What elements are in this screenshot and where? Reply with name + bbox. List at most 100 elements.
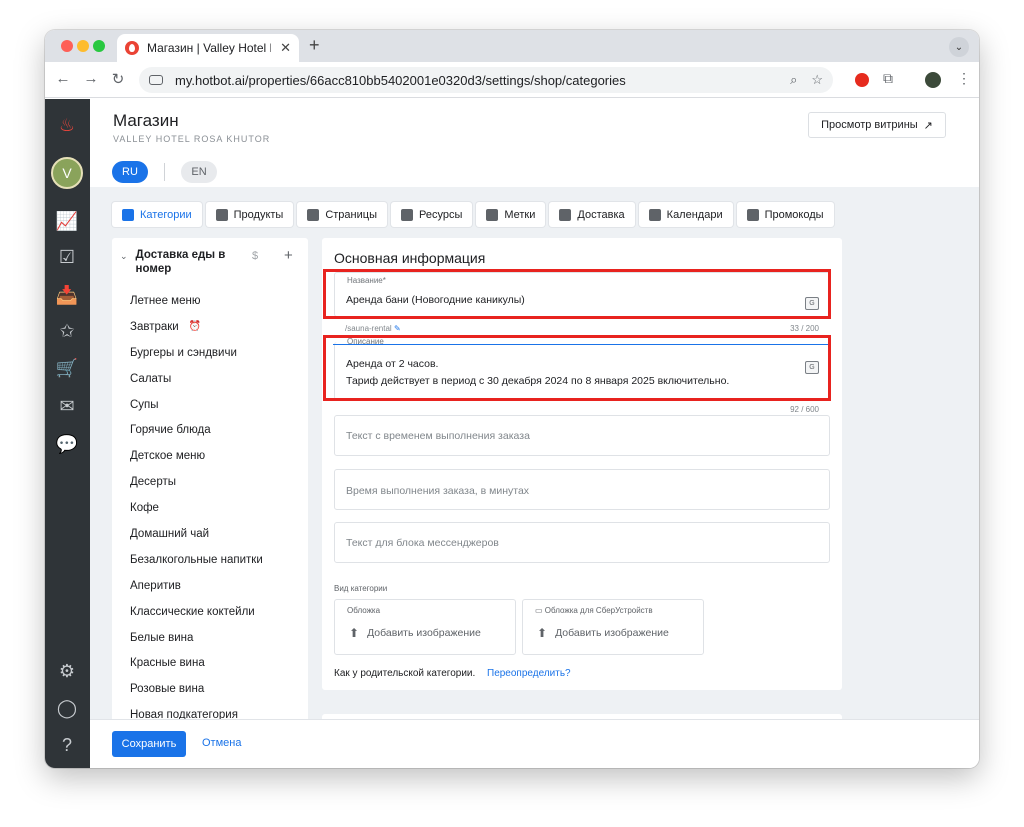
save-button[interactable]: Сохранить [112,731,186,757]
chat-bubble-icon[interactable]: 💬 [55,432,79,456]
tab-calendars[interactable]: Календари [638,202,733,227]
tab-tags[interactable]: Метки [476,202,546,227]
list-item[interactable]: Белые вина [130,625,263,651]
lang-ru-button[interactable]: RU [112,161,148,183]
inbox-icon[interactable]: 📥 [55,283,79,307]
list-item[interactable]: Классические коктейли [130,599,263,625]
tasks-check-icon[interactable]: ☑ [55,245,79,269]
cover-label: Обложка [347,606,381,615]
view-storefront-button[interactable]: Просмотр витрины ↗ [808,112,946,138]
order-time-text-input[interactable]: Текст с временем выполнения заказа [334,415,830,456]
promo-icon [746,208,759,221]
inherit-text: Как у родительской категории. [334,668,476,679]
description-counter: 92 / 600 [790,405,819,414]
truck-icon [559,208,572,221]
browser-toolbar: ← → ↻ my.hotbot.ai/properties/66acc810bb… [45,62,979,98]
calendar-icon [648,208,661,221]
list-item[interactable]: Красные вина [130,650,263,676]
tab-promocodes[interactable]: Промокоды [736,202,834,227]
alarm-clock-icon: ⏰ [188,321,202,333]
tab-products[interactable]: Продукты [205,202,294,227]
sber-cover-label: ▭ Обложка для СберУстройств [535,606,653,615]
new-tab-icon[interactable]: + [309,35,320,56]
property-logo[interactable]: V [51,157,83,189]
add-subcategory-icon[interactable]: + [284,247,293,264]
list-item[interactable]: Десерты [130,469,263,495]
section-title: Основная информация [334,250,486,266]
browser-window: Магазин | Valley Hotel Rosa K ✕ + ⌄ ← → … [45,30,979,768]
maximize-window-button[interactable] [93,40,105,52]
account-user-icon[interactable]: ◯ [55,696,79,720]
order-time-minutes-input[interactable]: Время выполнения заказа, в минутах [334,469,830,510]
zoom-icon[interactable]: ⌕ [790,72,797,88]
app-root: ♨ V 📈 ☑ 📥 ✩ 🛒 ✉ 💬 ⚙ ◯ ? Магазин VALLEY H… [45,99,979,768]
tab-categories[interactable]: Категории [112,202,202,227]
messenger-text-input[interactable]: Текст для блока мессенджеров [334,522,830,563]
close-window-button[interactable] [61,40,73,52]
tab-close-icon[interactable]: ✕ [280,40,291,56]
analytics-chart-icon[interactable]: 📈 [55,209,79,233]
list-item[interactable]: Завтраки ⏰ [130,314,263,340]
tab-resources[interactable]: Ресурсы [390,202,473,227]
chevron-down-icon[interactable]: ⌄ [120,251,128,262]
dollar-icon[interactable]: $ [252,250,258,262]
site-info-icon[interactable] [149,75,163,85]
list-item[interactable]: Горячие блюда [130,417,263,443]
cancel-button[interactable]: Отмена [202,737,241,749]
list-item[interactable]: Салаты [130,366,263,392]
lang-divider [164,163,165,181]
reviews-star-icon[interactable]: ✩ [55,319,79,343]
tab-strip: Магазин | Valley Hotel Rosa K ✕ + ⌄ [45,30,979,62]
slug[interactable]: /sauna-rental ✎ [345,324,401,333]
list-item[interactable]: Детское меню [130,443,263,469]
add-sber-image-button[interactable]: ⬆ Добавить изображение [537,626,669,640]
browser-menu-icon[interactable]: ⋮ [957,70,971,87]
mailing-envelope-icon[interactable]: ✉ [55,394,79,418]
basic-info-form: Основная информация Название* Аренда бан… [322,238,842,690]
browser-tab[interactable]: Магазин | Valley Hotel Rosa K ✕ [117,34,299,62]
hotbot-flame-logo-icon[interactable]: ♨ [55,113,79,137]
page-title: Магазин [113,111,179,130]
tab-delivery[interactable]: Доставка [549,202,635,227]
override-link[interactable]: Переопределить? [487,668,571,679]
cover-image-card[interactable]: Обложка ⬆ Добавить изображение [334,599,516,655]
category-list: Летнее меню Завтраки ⏰ Бургеры и сэндвичи… [130,288,263,728]
tab-search-icon[interactable]: ⌄ [949,37,969,57]
page-subtitle: VALLEY HOTEL ROSA KHUTOR [113,134,271,144]
category-parent[interactable]: ⌄ Доставка еды в номер $ + [120,247,300,276]
forward-icon[interactable]: → [81,70,101,87]
list-item[interactable]: Бургеры и сэндвичи [130,340,263,366]
tab-pages[interactable]: Страницы [297,202,387,227]
url-text: my.hotbot.ai/properties/66acc810bb540200… [175,72,626,88]
category-view-label: Вид категории [334,584,388,593]
list-item[interactable]: Безалкогольные напитки [130,547,263,573]
pencil-edit-icon[interactable]: ✎ [394,324,401,333]
sber-cover-image-card[interactable]: ▭ Обложка для СберУстройств ⬆ Добавить и… [522,599,704,655]
shop-tabs: Категории Продукты Страницы Ресурсы Метк… [112,202,834,227]
minimize-window-button[interactable] [77,40,89,52]
highlight-box-description [323,335,831,401]
profile-avatar[interactable] [925,72,941,88]
grid-icon [215,208,228,221]
upload-icon: ⬆ [349,626,360,640]
add-cover-image-button[interactable]: ⬆ Добавить изображение [349,626,481,640]
extensions-puzzle-icon[interactable]: ⧉ [883,70,893,87]
store-icon [122,208,134,221]
list-item[interactable]: Розовые вина [130,676,263,702]
external-arrow-icon: ↗ [923,119,933,132]
list-item[interactable]: Супы [130,392,263,418]
back-icon[interactable]: ← [53,70,73,87]
bookmark-star-icon[interactable]: ☆ [811,72,823,88]
list-item[interactable]: Домашний чай [130,521,263,547]
list-item[interactable]: Летнее меню [130,288,263,314]
settings-gear-icon[interactable]: ⚙ [55,659,79,683]
reload-icon[interactable]: ↻ [108,70,128,88]
list-item[interactable]: Аперитив [130,573,263,599]
help-question-icon[interactable]: ? [55,733,79,757]
shop-cart-icon[interactable]: 🛒 [55,356,79,380]
list-item[interactable]: Кофе [130,495,263,521]
lang-en-button[interactable]: EN [181,161,217,183]
opera-extension-icon[interactable] [855,73,869,87]
address-bar[interactable]: my.hotbot.ai/properties/66acc810bb540200… [139,67,833,93]
category-panel: ⌄ Доставка еды в номер $ + Летнее меню З… [112,238,308,768]
